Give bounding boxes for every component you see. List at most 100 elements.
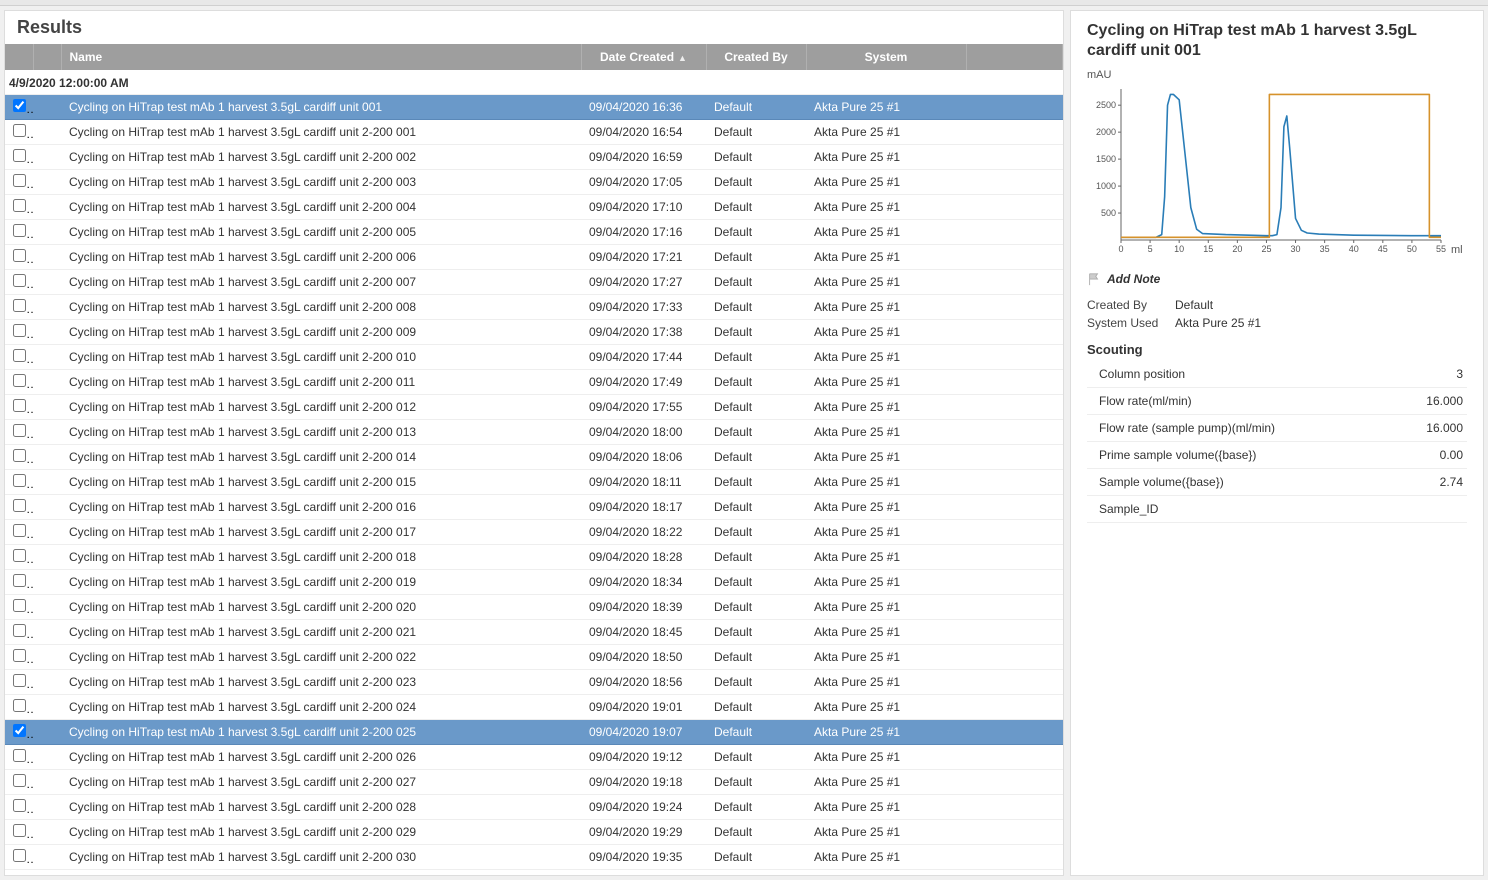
row-checkbox[interactable]	[13, 399, 26, 412]
group-header-label: 4/9/2020 12:00:00 AM	[5, 70, 1063, 95]
table-row[interactable]: Cycling on HiTrap test mAb 1 harvest 3.5…	[5, 370, 1063, 395]
row-checkbox[interactable]	[13, 174, 26, 187]
row-flag-cell	[33, 620, 61, 645]
svg-text:35: 35	[1320, 244, 1330, 254]
row-checkbox[interactable]	[13, 374, 26, 387]
row-system: Akta Pure 25 #1	[806, 495, 966, 520]
row-checkbox[interactable]	[13, 849, 26, 862]
col-checkbox-header[interactable]	[5, 44, 33, 70]
table-row[interactable]: Cycling on HiTrap test mAb 1 harvest 3.5…	[5, 495, 1063, 520]
row-checkbox[interactable]	[13, 524, 26, 537]
table-row[interactable]: Cycling on HiTrap test mAb 1 harvest 3.5…	[5, 670, 1063, 695]
row-flag-cell	[33, 120, 61, 145]
row-system: Akta Pure 25 #1	[806, 670, 966, 695]
row-checkbox[interactable]	[13, 699, 26, 712]
col-name-header[interactable]: Name	[61, 44, 581, 70]
row-pad	[966, 620, 1063, 645]
row-checkbox[interactable]	[13, 149, 26, 162]
row-checkbox[interactable]	[13, 749, 26, 762]
results-table-scroll[interactable]: Name Date Created▲ Created By System 4/9…	[5, 44, 1063, 875]
table-row[interactable]: Cycling on HiTrap test mAb 1 harvest 3.5…	[5, 820, 1063, 845]
row-date: 09/04/2020 19:12	[581, 745, 706, 770]
row-checkbox[interactable]	[13, 499, 26, 512]
table-row[interactable]: Cycling on HiTrap test mAb 1 harvest 3.5…	[5, 720, 1063, 745]
row-system: Akta Pure 25 #1	[806, 345, 966, 370]
table-row[interactable]: Cycling on HiTrap test mAb 1 harvest 3.5…	[5, 695, 1063, 720]
table-row[interactable]: Cycling on HiTrap test mAb 1 harvest 3.5…	[5, 95, 1063, 120]
row-name: Cycling on HiTrap test mAb 1 harvest 3.5…	[61, 120, 581, 145]
row-checkbox[interactable]	[13, 449, 26, 462]
row-date: 09/04/2020 19:24	[581, 795, 706, 820]
row-checkbox[interactable]	[13, 324, 26, 337]
table-row[interactable]: Cycling on HiTrap test mAb 1 harvest 3.5…	[5, 170, 1063, 195]
col-flag-header[interactable]	[33, 44, 61, 70]
row-name: Cycling on HiTrap test mAb 1 harvest 3.5…	[61, 595, 581, 620]
table-row[interactable]: Cycling on HiTrap test mAb 1 harvest 3.5…	[5, 770, 1063, 795]
row-system: Akta Pure 25 #1	[806, 395, 966, 420]
row-name: Cycling on HiTrap test mAb 1 harvest 3.5…	[61, 95, 581, 120]
table-row[interactable]: Cycling on HiTrap test mAb 1 harvest 3.5…	[5, 270, 1063, 295]
table-row[interactable]: Cycling on HiTrap test mAb 1 harvest 3.5…	[5, 295, 1063, 320]
detail-panel: Cycling on HiTrap test mAb 1 harvest 3.5…	[1070, 10, 1484, 876]
row-checkbox[interactable]	[13, 624, 26, 637]
system-used-value: Akta Pure 25 #1	[1175, 316, 1261, 330]
add-note-button[interactable]: Add Note	[1087, 272, 1467, 286]
add-note-label: Add Note	[1107, 272, 1160, 286]
table-row[interactable]: Cycling on HiTrap test mAb 1 harvest 3.5…	[5, 570, 1063, 595]
table-row[interactable]: Cycling on HiTrap test mAb 1 harvest 3.5…	[5, 470, 1063, 495]
table-row[interactable]: Cycling on HiTrap test mAb 1 harvest 3.5…	[5, 420, 1063, 445]
system-used-label: System Used	[1087, 316, 1165, 330]
row-checkbox[interactable]	[13, 799, 26, 812]
table-row[interactable]: Cycling on HiTrap test mAb 1 harvest 3.5…	[5, 620, 1063, 645]
row-checkbox[interactable]	[13, 274, 26, 287]
row-checkbox[interactable]	[13, 674, 26, 687]
row-name: Cycling on HiTrap test mAb 1 harvest 3.5…	[61, 220, 581, 245]
row-checkbox[interactable]	[13, 549, 26, 562]
row-checkbox[interactable]	[13, 724, 26, 737]
row-checkbox[interactable]	[13, 249, 26, 262]
table-row[interactable]: Cycling on HiTrap test mAb 1 harvest 3.5…	[5, 595, 1063, 620]
row-date: 09/04/2020 18:39	[581, 595, 706, 620]
table-row[interactable]: Cycling on HiTrap test mAb 1 harvest 3.5…	[5, 520, 1063, 545]
table-row[interactable]: Cycling on HiTrap test mAb 1 harvest 3.5…	[5, 145, 1063, 170]
row-flag-cell	[33, 95, 61, 120]
row-checkbox[interactable]	[13, 824, 26, 837]
col-date-header[interactable]: Date Created▲	[581, 44, 706, 70]
row-checkbox[interactable]	[13, 299, 26, 312]
row-checkbox[interactable]	[13, 424, 26, 437]
row-checkbox[interactable]	[13, 474, 26, 487]
table-row[interactable]: Cycling on HiTrap test mAb 1 harvest 3.5…	[5, 195, 1063, 220]
table-row[interactable]: Cycling on HiTrap test mAb 1 harvest 3.5…	[5, 745, 1063, 770]
table-row[interactable]: Cycling on HiTrap test mAb 1 harvest 3.5…	[5, 345, 1063, 370]
row-name: Cycling on HiTrap test mAb 1 harvest 3.5…	[61, 420, 581, 445]
table-row[interactable]: Cycling on HiTrap test mAb 1 harvest 3.5…	[5, 795, 1063, 820]
row-name: Cycling on HiTrap test mAb 1 harvest 3.5…	[61, 770, 581, 795]
table-row[interactable]: Cycling on HiTrap test mAb 1 harvest 3.5…	[5, 645, 1063, 670]
row-checkbox[interactable]	[13, 599, 26, 612]
col-system-header[interactable]: System	[806, 44, 966, 70]
table-row[interactable]: Cycling on HiTrap test mAb 1 harvest 3.5…	[5, 545, 1063, 570]
row-system: Akta Pure 25 #1	[806, 95, 966, 120]
row-checkbox[interactable]	[13, 99, 26, 112]
group-header-row[interactable]: 4/9/2020 12:00:00 AM	[5, 70, 1063, 95]
svg-text:2500: 2500	[1096, 100, 1116, 110]
table-row[interactable]: Cycling on HiTrap test mAb 1 harvest 3.5…	[5, 845, 1063, 870]
row-name: Cycling on HiTrap test mAb 1 harvest 3.5…	[61, 445, 581, 470]
row-checkbox[interactable]	[13, 649, 26, 662]
table-row[interactable]: Cycling on HiTrap test mAb 1 harvest 3.5…	[5, 320, 1063, 345]
row-system: Akta Pure 25 #1	[806, 295, 966, 320]
row-checkbox[interactable]	[13, 199, 26, 212]
row-checkbox[interactable]	[13, 774, 26, 787]
row-checkbox[interactable]	[13, 574, 26, 587]
table-row[interactable]: Cycling on HiTrap test mAb 1 harvest 3.5…	[5, 220, 1063, 245]
row-checkbox[interactable]	[13, 349, 26, 362]
table-row[interactable]: Cycling on HiTrap test mAb 1 harvest 3.5…	[5, 445, 1063, 470]
row-date: 09/04/2020 18:00	[581, 420, 706, 445]
table-row[interactable]: Cycling on HiTrap test mAb 1 harvest 3.5…	[5, 395, 1063, 420]
table-row[interactable]: Cycling on HiTrap test mAb 1 harvest 3.5…	[5, 245, 1063, 270]
table-row[interactable]: Cycling on HiTrap test mAb 1 harvest 3.5…	[5, 120, 1063, 145]
row-checkbox[interactable]	[13, 224, 26, 237]
col-createdby-header[interactable]: Created By	[706, 44, 806, 70]
row-checkbox[interactable]	[13, 124, 26, 137]
col-pad-header	[966, 44, 1063, 70]
